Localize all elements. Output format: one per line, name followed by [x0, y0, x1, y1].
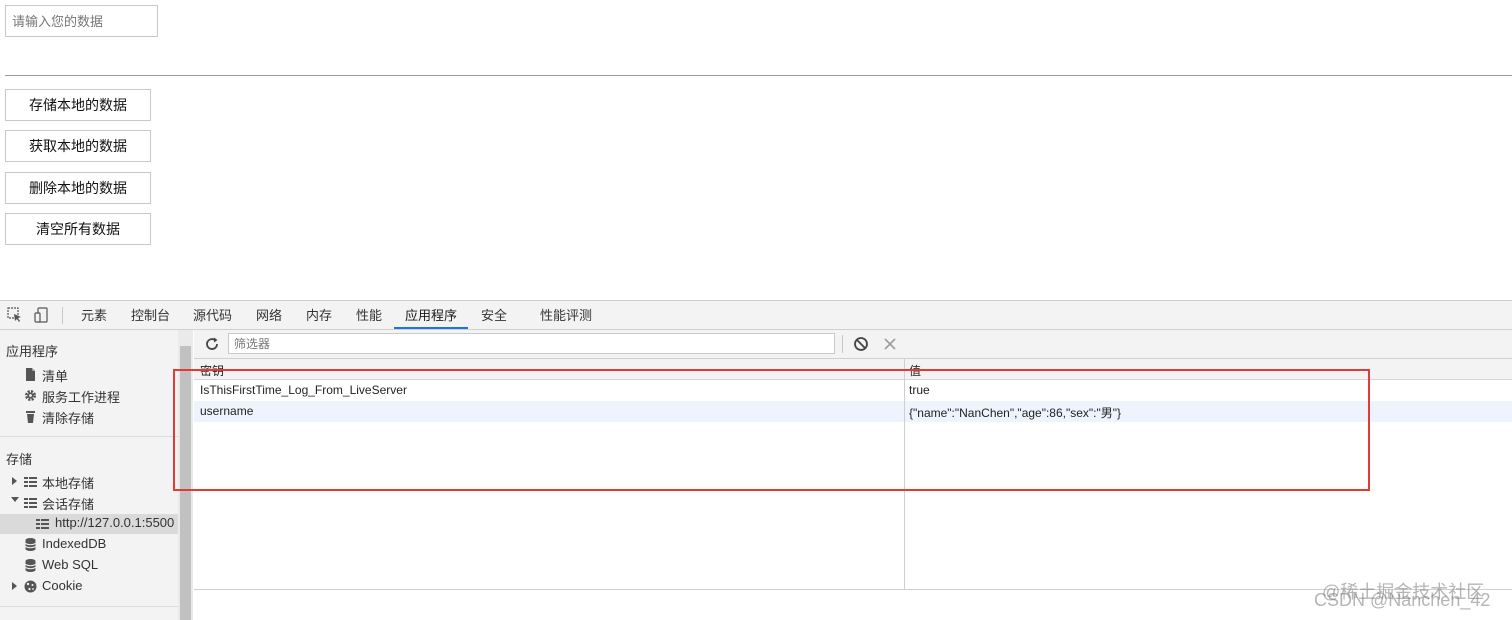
trash-icon	[23, 409, 38, 424]
row-value: true	[909, 383, 930, 397]
horizontal-rule	[5, 75, 1512, 76]
tab-console[interactable]: 控制台	[131, 301, 170, 329]
sidebar-scrollbar-thumb[interactable]	[180, 346, 191, 620]
file-icon	[23, 367, 38, 382]
tab-elements[interactable]: 元素	[81, 301, 107, 329]
application-sidebar: 应用程序 清单 服务工作进程 清除存储 存储 本地存储 会话存储 http://…	[0, 330, 193, 620]
column-header-key[interactable]: 密钥	[200, 362, 224, 379]
sidebar-item-label: 清除存储	[42, 411, 95, 426]
tab-security[interactable]: 安全	[481, 301, 507, 329]
sidebar-item-label: 服务工作进程	[42, 390, 121, 405]
data-input[interactable]	[5, 5, 158, 37]
page-content: 存储本地的数据 获取本地的数据 删除本地的数据 清空所有数据	[0, 0, 1512, 300]
expand-arrow-icon[interactable]	[12, 582, 17, 590]
database-icon	[23, 537, 38, 552]
row-value: {"name":"NanChen","age":86,"sex":"男"}	[909, 406, 1122, 420]
toolbar-separator	[842, 335, 843, 353]
filter-input[interactable]	[228, 333, 835, 354]
database-icon	[23, 558, 38, 573]
sidebar-heading-application: 应用程序	[6, 344, 59, 359]
tab-performance-audit[interactable]: 性能评测	[540, 301, 592, 329]
get-local-data-button[interactable]: 获取本地的数据	[5, 130, 151, 162]
grid-icon	[35, 516, 50, 531]
delete-selected-icon[interactable]	[883, 336, 897, 352]
storage-panel: 密钥 值 IsThisFirstTime_Log_From_LiveServer…	[194, 330, 1512, 620]
save-local-data-button[interactable]: 存储本地的数据	[5, 89, 151, 121]
tab-application[interactable]: 应用程序	[394, 301, 469, 329]
device-toggle-icon[interactable]	[33, 306, 51, 324]
row-key: username	[200, 404, 254, 418]
sidebar-item-label: http://127.0.0.1:5500	[55, 515, 175, 530]
column-header-value[interactable]: 值	[909, 362, 921, 379]
row-key: IsThisFirstTime_Log_From_LiveServer	[200, 383, 407, 397]
tab-memory[interactable]: 内存	[306, 301, 332, 329]
sidebar-divider	[0, 606, 178, 607]
sidebar-item-label: 会话存储	[42, 497, 95, 512]
clear-all-data-button[interactable]: 清空所有数据	[5, 213, 151, 245]
cookie-icon	[23, 579, 38, 594]
table-row[interactable]: username {"name":"NanChen","age":86,"sex…	[194, 401, 1512, 422]
tab-network[interactable]: 网络	[256, 301, 282, 329]
sidebar-item-label: 本地存储	[42, 476, 95, 491]
sidebar-item-label: Web SQL	[42, 557, 99, 572]
sidebar-heading-storage: 存储	[6, 452, 33, 467]
storage-toolbar	[194, 330, 1512, 359]
toolbar-separator	[62, 307, 63, 324]
clear-all-icon[interactable]	[853, 336, 869, 352]
remove-local-data-button[interactable]: 删除本地的数据	[5, 172, 151, 204]
tab-sources[interactable]: 源代码	[193, 301, 232, 329]
devtools-panel: 元素 控制台 源代码 网络 内存 性能 应用程序 安全 性能评测 应用程序 清单…	[0, 300, 1512, 620]
column-divider[interactable]	[904, 359, 905, 590]
watermark-line-2: CSDN @Nanchen_42	[1314, 590, 1491, 610]
sidebar-divider	[0, 436, 178, 437]
sidebar-item-label: IndexedDB	[42, 536, 107, 551]
expand-arrow-icon[interactable]	[12, 477, 17, 485]
table-header: 密钥 值	[194, 359, 1512, 380]
inspect-element-icon[interactable]	[6, 306, 24, 324]
collapse-arrow-icon[interactable]	[11, 497, 19, 502]
devtools-tabbar: 元素 控制台 源代码 网络 内存 性能 应用程序 安全 性能评测	[0, 301, 1512, 330]
storage-table: 密钥 值 IsThisFirstTime_Log_From_LiveServer…	[194, 359, 1512, 590]
sidebar-item-label: Cookie	[42, 578, 83, 593]
tab-performance[interactable]: 性能	[356, 301, 382, 329]
grid-icon	[23, 474, 38, 489]
sidebar-item-label: 清单	[42, 369, 69, 384]
refresh-icon[interactable]	[203, 335, 221, 353]
sidebar-item-session-origin[interactable]: http://127.0.0.1:5500	[0, 514, 178, 534]
grid-icon	[23, 495, 38, 510]
gear-icon	[23, 388, 38, 403]
table-row[interactable]: IsThisFirstTime_Log_From_LiveServer true	[194, 380, 1512, 401]
